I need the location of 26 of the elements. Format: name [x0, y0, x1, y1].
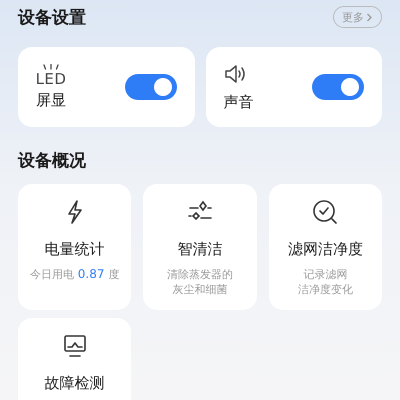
setting-label: 屏显	[36, 91, 66, 110]
card-title: 电量统计	[44, 240, 105, 259]
toggle-switch[interactable]	[312, 74, 364, 100]
card-description-line: 灰尘和细菌	[172, 282, 228, 297]
card-description-line: 清除蒸发器的	[166, 267, 233, 282]
chevron-right-icon	[366, 12, 373, 22]
card-title: 滤网洁净度	[288, 240, 363, 259]
feature-card[interactable]: 滤网洁净度 记录滤网 洁净度变化	[268, 184, 382, 310]
setting-label: 声音	[224, 92, 254, 112]
feature-card[interactable]: 智清洁 清除蒸发器的 灰尘和细菌	[143, 184, 257, 310]
feature-card[interactable]: 故障检测	[18, 318, 132, 400]
card-description-line: 洁净度变化	[298, 282, 353, 297]
led-label: LED	[36, 71, 66, 87]
usage-value: 0.87	[78, 267, 105, 281]
card-description-line: 记录滤网	[303, 267, 348, 282]
toggle-switch[interactable]	[124, 74, 176, 100]
feature-card[interactable]: 电量统计 今日用电 0.87 度	[18, 184, 132, 310]
card-title: 智清洁	[177, 240, 222, 259]
section-title: 设备概况	[18, 150, 87, 172]
speaker-icon	[224, 62, 248, 84]
light-rays-icon	[41, 64, 61, 71]
section-title: 设备设置	[18, 6, 86, 28]
usage-label: 今日用电	[30, 267, 74, 282]
search-check-icon	[311, 198, 340, 226]
usage-unit: 度	[108, 267, 120, 282]
card-title: 故障检测	[44, 374, 105, 393]
